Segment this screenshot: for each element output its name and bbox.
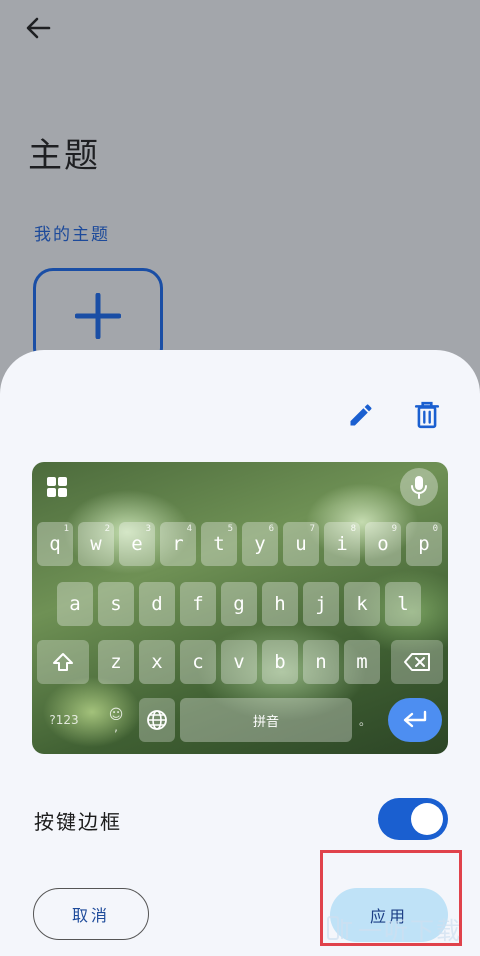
key-border-label: 按键边框 [34, 810, 122, 834]
key-border-setting: 按键边框 [34, 798, 448, 842]
key-k[interactable]: k [344, 582, 380, 626]
key-s[interactable]: s [98, 582, 134, 626]
theme-editor-sheet: 1q 2w 3e 4r 5t 6y 7u 8i 9o 0p a s d f g … [0, 350, 480, 956]
key-a[interactable]: a [57, 582, 93, 626]
keyboard-toolbar [32, 462, 448, 512]
key-border-toggle[interactable] [378, 798, 448, 840]
page-title: 主题 [28, 136, 100, 176]
keyboard-row-1: 1q 2w 3e 4r 5t 6y 7u 8i 9o 0p [32, 522, 448, 568]
key-w[interactable]: 2w [78, 522, 114, 566]
key-f[interactable]: f [180, 582, 216, 626]
keyboard-row-3: z x c v b n m [32, 640, 448, 686]
watermark-logo-icon [327, 916, 352, 940]
watermark: 一听下载 [326, 905, 480, 951]
space-key[interactable]: 拼音 [180, 698, 352, 742]
key-j[interactable]: j [303, 582, 339, 626]
microphone-button[interactable] [400, 468, 438, 506]
key-e[interactable]: 3e [119, 522, 155, 566]
back-button[interactable] [18, 10, 58, 46]
key-m[interactable]: m [344, 640, 380, 684]
key-x[interactable]: x [139, 640, 175, 684]
keyboard-row-2: a s d f g h j k l [32, 582, 448, 628]
keyboard-row-4: ?123 ☺ , 拼音 。 [32, 698, 448, 744]
edit-button[interactable] [346, 400, 376, 430]
enter-key[interactable] [388, 698, 442, 742]
microphone-icon [411, 476, 427, 499]
shift-key[interactable] [37, 640, 89, 684]
my-themes-label: 我的主题 [34, 225, 110, 245]
key-d[interactable]: d [139, 582, 175, 626]
key-i[interactable]: 8i [324, 522, 360, 566]
backspace-key[interactable] [391, 640, 443, 684]
key-z[interactable]: z [98, 640, 134, 684]
globe-icon [147, 710, 167, 730]
key-y[interactable]: 6y [242, 522, 278, 566]
key-v[interactable]: v [221, 640, 257, 684]
key-h[interactable]: h [262, 582, 298, 626]
period-key[interactable]: 。 [354, 698, 376, 742]
back-arrow-icon [26, 17, 51, 39]
key-o[interactable]: 9o [365, 522, 401, 566]
keyboard-preview[interactable]: 1q 2w 3e 4r 5t 6y 7u 8i 9o 0p a s d f g … [32, 462, 448, 754]
cancel-button[interactable]: 取消 [33, 888, 149, 940]
key-p[interactable]: 0p [406, 522, 442, 566]
key-g[interactable]: g [221, 582, 257, 626]
emoji-key[interactable]: ☺ , [98, 698, 134, 742]
toggle-knob [411, 803, 443, 835]
key-c[interactable]: c [180, 640, 216, 684]
delete-button[interactable] [412, 400, 442, 430]
key-n[interactable]: n [303, 640, 339, 684]
key-t[interactable]: 5t [201, 522, 237, 566]
plus-icon [75, 293, 121, 339]
comma-symbol: , [114, 720, 118, 734]
sheet-actions [346, 400, 442, 430]
edit-pencil-icon [350, 404, 372, 426]
backspace-icon [404, 653, 430, 671]
key-q[interactable]: 1q [37, 522, 73, 566]
language-key[interactable] [139, 698, 175, 742]
enter-icon [403, 710, 427, 728]
grid-menu-icon[interactable] [46, 476, 68, 498]
key-l[interactable]: l [385, 582, 421, 626]
delete-trash-icon [414, 401, 440, 429]
symbols-key[interactable]: ?123 [37, 698, 91, 742]
key-u[interactable]: 7u [283, 522, 319, 566]
key-r[interactable]: 4r [160, 522, 196, 566]
shift-icon [53, 653, 73, 671]
key-b[interactable]: b [262, 640, 298, 684]
watermark-text: 一听下载 [358, 916, 462, 945]
